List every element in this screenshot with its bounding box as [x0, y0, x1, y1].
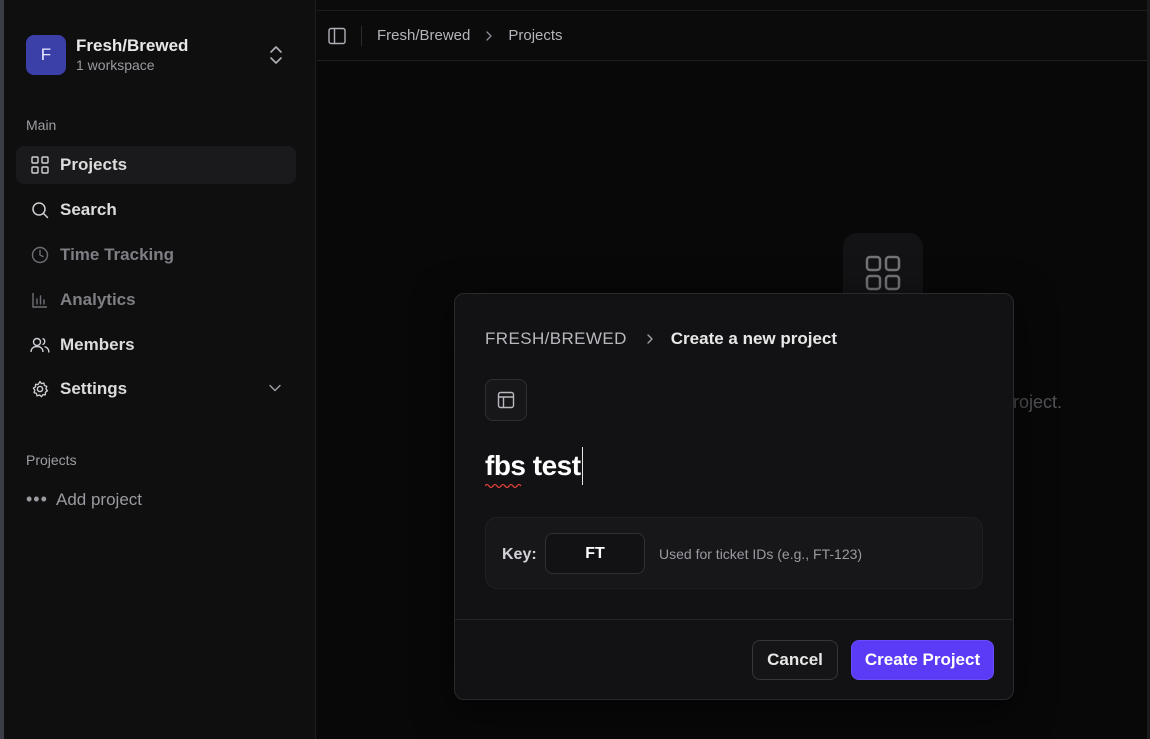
workspace-switcher[interactable]: F Fresh/Brewed 1 workspace — [26, 35, 188, 75]
layout-icon — [497, 391, 515, 409]
sidebar-item-search[interactable]: Search — [16, 191, 296, 229]
workspace-avatar: F — [26, 35, 66, 75]
add-project-button[interactable]: ••• Add project — [26, 489, 142, 510]
project-name-value: fbs test — [485, 450, 581, 481]
text-caret — [581, 447, 583, 485]
chevrons-up-down-icon[interactable] — [267, 44, 285, 66]
section-label-projects: Projects — [26, 452, 77, 468]
chevron-right-icon — [484, 30, 494, 42]
spellcheck-underline — [485, 483, 522, 489]
project-name-input[interactable]: fbs test — [485, 446, 583, 489]
chevron-down-icon[interactable] — [268, 381, 282, 395]
project-icon-picker-button[interactable] — [485, 379, 527, 421]
gear-icon — [30, 379, 50, 399]
sidebar-item-time-tracking[interactable]: Time Tracking — [16, 236, 296, 274]
section-label-main: Main — [26, 117, 57, 133]
add-project-label: Add project — [56, 489, 142, 509]
dialog-title: Create a new project — [670, 329, 838, 348]
cancel-button[interactable]: Cancel — [752, 640, 838, 680]
more-dots-icon: ••• — [26, 489, 48, 509]
workspace-subtitle: 1 workspace — [76, 57, 155, 73]
workspace-name: Fresh/Brewed — [76, 36, 189, 55]
chevron-right-icon — [645, 333, 655, 345]
sidebar-item-label: Search — [60, 200, 117, 219]
sidebar: F Fresh/Brewed 1 workspace Main Projects… — [4, 0, 316, 739]
key-label: Key: — [502, 546, 537, 563]
sidebar-item-projects[interactable]: Projects — [16, 146, 296, 184]
sidebar-item-label: Members — [60, 335, 135, 354]
create-project-button[interactable]: Create Project — [851, 640, 994, 680]
sidebar-toggle-icon[interactable] — [328, 27, 346, 45]
project-key-input[interactable]: FT — [545, 533, 645, 574]
divider — [361, 25, 362, 46]
sidebar-item-label: Projects — [60, 155, 128, 174]
sidebar-item-label: Settings — [60, 379, 128, 398]
key-help-text: Used for ticket IDs (e.g., FT-123) — [659, 546, 863, 562]
bar-chart-icon — [30, 290, 50, 310]
dialog-divider — [455, 619, 1013, 620]
sidebar-item-label: Time Tracking — [60, 245, 175, 264]
dialog-breadcrumb: FRESH/BREWED Create a new project — [485, 329, 837, 349]
sidebar-item-members[interactable]: Members — [16, 326, 296, 364]
sidebar-item-label: Analytics — [60, 290, 136, 309]
sidebar-item-settings[interactable]: Settings — [16, 370, 296, 408]
grid-icon — [30, 155, 50, 175]
users-icon — [30, 335, 50, 355]
sidebar-item-analytics[interactable]: Analytics — [16, 281, 296, 319]
breadcrumb-workspace[interactable]: Fresh/Brewed — [377, 27, 470, 44]
search-icon — [30, 200, 50, 220]
create-project-dialog: FRESH/BREWED Create a new project fbs te… — [454, 293, 1014, 700]
dialog-org-label: FRESH/BREWED — [485, 329, 627, 348]
topbar: Fresh/Brewed Projects — [317, 10, 1147, 61]
breadcrumb-projects: Projects — [508, 27, 563, 44]
clock-icon — [30, 245, 50, 265]
project-key-section: Key: FT Used for ticket IDs (e.g., FT-12… — [485, 517, 983, 589]
